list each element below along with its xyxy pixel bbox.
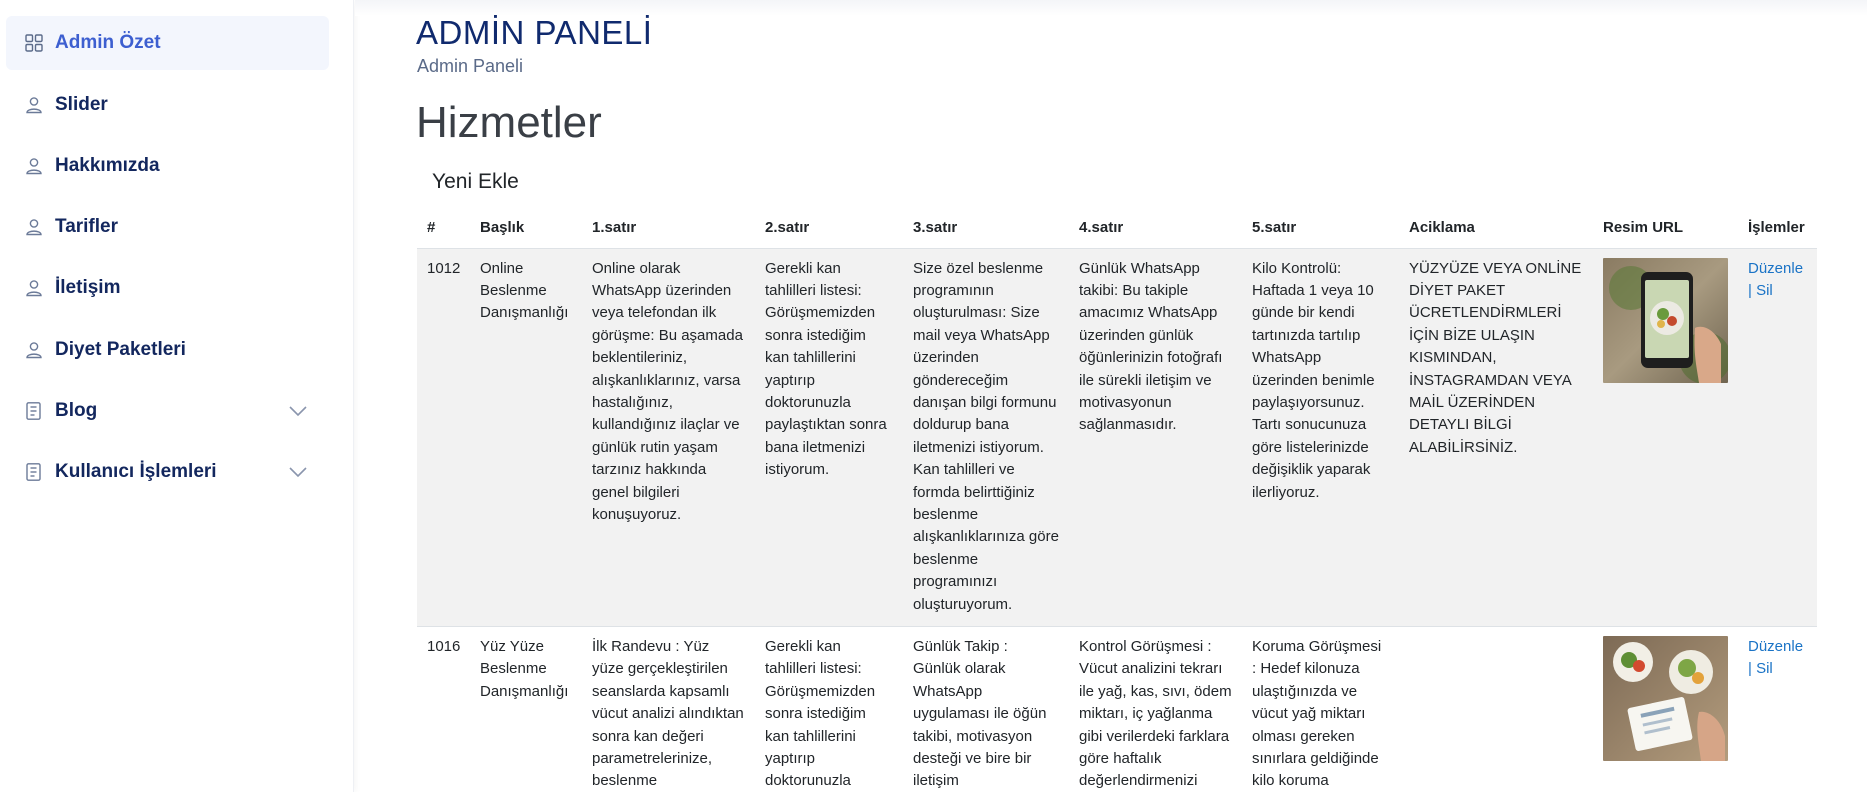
user-icon [26, 158, 42, 175]
cell-title: Yüz Yüze Beslenme Danışmanlığı [470, 625, 582, 792]
sidebar-item-label: Admin Özet [55, 32, 161, 53]
cell-line2: Gerekli kan tahlilleri listesi: Görüşmem… [755, 625, 903, 792]
document-list-icon [26, 402, 41, 420]
sidebar-item-label: Blog [55, 400, 98, 421]
cell-description: YÜZYÜZE VEYA ONLİNE DİYET PAKET ÜCRETLEN… [1399, 247, 1593, 627]
cell-line5: Koruma Görüşmesi : Hedef kilonuza ulaştı… [1242, 625, 1399, 792]
user-icon [26, 219, 42, 236]
sidebar-item-hakkimizda[interactable]: Hakkımızda [6, 139, 329, 193]
column-header-actions: İşlemler [1738, 208, 1817, 249]
sidebar-item-label: Kullanıcı İşlemleri [55, 461, 217, 482]
sidebar-item-label: İletişim [55, 277, 121, 298]
grid-icon [25, 34, 43, 52]
cell-line1: İlk Randevu : Yüz yüze gerçekleştirilen … [582, 625, 755, 792]
user-icon [26, 280, 42, 297]
cell-image [1593, 247, 1738, 627]
document-list-icon [26, 463, 41, 481]
services-table: # Başlık 1.satır 2.satır 3.satır 4.satır… [417, 208, 1817, 792]
cell-line4: Kontrol Görüşmesi : Vücut analizini tekr… [1069, 625, 1242, 792]
sidebar-item-tarifler[interactable]: Tarifler [6, 200, 329, 254]
cell-line2: Gerekli kan tahlilleri listesi: Görüşmem… [755, 247, 903, 627]
cell-description [1399, 625, 1593, 792]
column-header-id: # [417, 208, 470, 249]
add-new-button[interactable]: Yeni Ekle [432, 170, 519, 194]
chevron-down-icon[interactable] [288, 466, 308, 478]
column-header-line4: 4.satır [1069, 208, 1242, 249]
sidebar-item-iletisim[interactable]: İletişim [6, 261, 329, 315]
cell-actions: Düzenle | Sil [1738, 625, 1817, 792]
cell-line3: Size özel beslenme programının oluşturul… [903, 247, 1069, 627]
page-title: Hizmetler [416, 98, 602, 147]
user-icon [26, 97, 42, 114]
cell-actions: Düzenle | Sil [1738, 247, 1817, 627]
cell-id: 1012 [417, 247, 470, 627]
table-header-row: # Başlık 1.satır 2.satır 3.satır 4.satır… [417, 208, 1817, 249]
cell-line3: Günlük Takip : Günlük olarak WhatsApp uy… [903, 625, 1069, 792]
cell-image [1593, 625, 1738, 792]
table-row: 1016 Yüz Yüze Beslenme Danışmanlığı İlk … [417, 625, 1817, 792]
sidebar-item-label: Diyet Paketleri [55, 339, 186, 360]
edit-link[interactable]: Düzenle [1748, 638, 1803, 655]
panel-title: ADMİN PANELİ [416, 14, 653, 51]
chevron-down-icon[interactable] [288, 405, 308, 417]
column-header-line3: 3.satır [903, 208, 1069, 249]
edit-link[interactable]: Düzenle [1748, 260, 1803, 277]
cell-line5: Kilo Kontrolü: Haftada 1 veya 10 günde b… [1242, 247, 1399, 627]
column-header-title: Başlık [470, 208, 582, 249]
cell-id: 1016 [417, 625, 470, 792]
cell-title: Online Beslenme Danışmanlığı [470, 247, 582, 627]
delete-link[interactable]: Sil [1756, 660, 1773, 677]
column-header-line2: 2.satır [755, 208, 903, 249]
sidebar-item-blog[interactable]: Blog [6, 384, 329, 438]
sidebar-item-kullanici-islemleri[interactable]: Kullanıcı İşlemleri [6, 445, 329, 499]
action-separator: | [1748, 281, 1752, 299]
sidebar-item-slider[interactable]: Slider [6, 78, 329, 132]
action-separator: | [1748, 660, 1752, 678]
phone-food-photo-thumbnail [1603, 257, 1728, 383]
breadcrumb: Admin Paneli [417, 56, 524, 76]
cell-line4: Günlük WhatsApp takibi: Bu takiple amacı… [1069, 247, 1242, 627]
sidebar-item-label: Hakkımızda [55, 155, 160, 176]
healthy-food-photo-thumbnail [1603, 636, 1728, 761]
cell-line1: Online olarak WhatsApp üzerinden veya te… [582, 247, 755, 627]
column-header-description: Aciklama [1399, 208, 1593, 249]
column-header-line5: 5.satır [1242, 208, 1399, 249]
delete-link[interactable]: Sil [1756, 282, 1773, 299]
sidebar-item-diyet-paketleri[interactable]: Diyet Paketleri [6, 323, 329, 377]
user-icon [26, 342, 42, 359]
column-header-image-url: Resim URL [1593, 208, 1738, 249]
table-row: 1012 Online Beslenme Danışmanlığı Online… [417, 247, 1817, 627]
sidebar-item-label: Slider [55, 94, 108, 115]
sidebar-item-admin-ozet[interactable]: Admin Özet [6, 16, 329, 70]
sidebar: Admin Özet Slider Hakkımızda Tarifler İl… [0, 0, 354, 792]
column-header-line1: 1.satır [582, 208, 755, 249]
sidebar-item-label: Tarifler [55, 216, 119, 237]
